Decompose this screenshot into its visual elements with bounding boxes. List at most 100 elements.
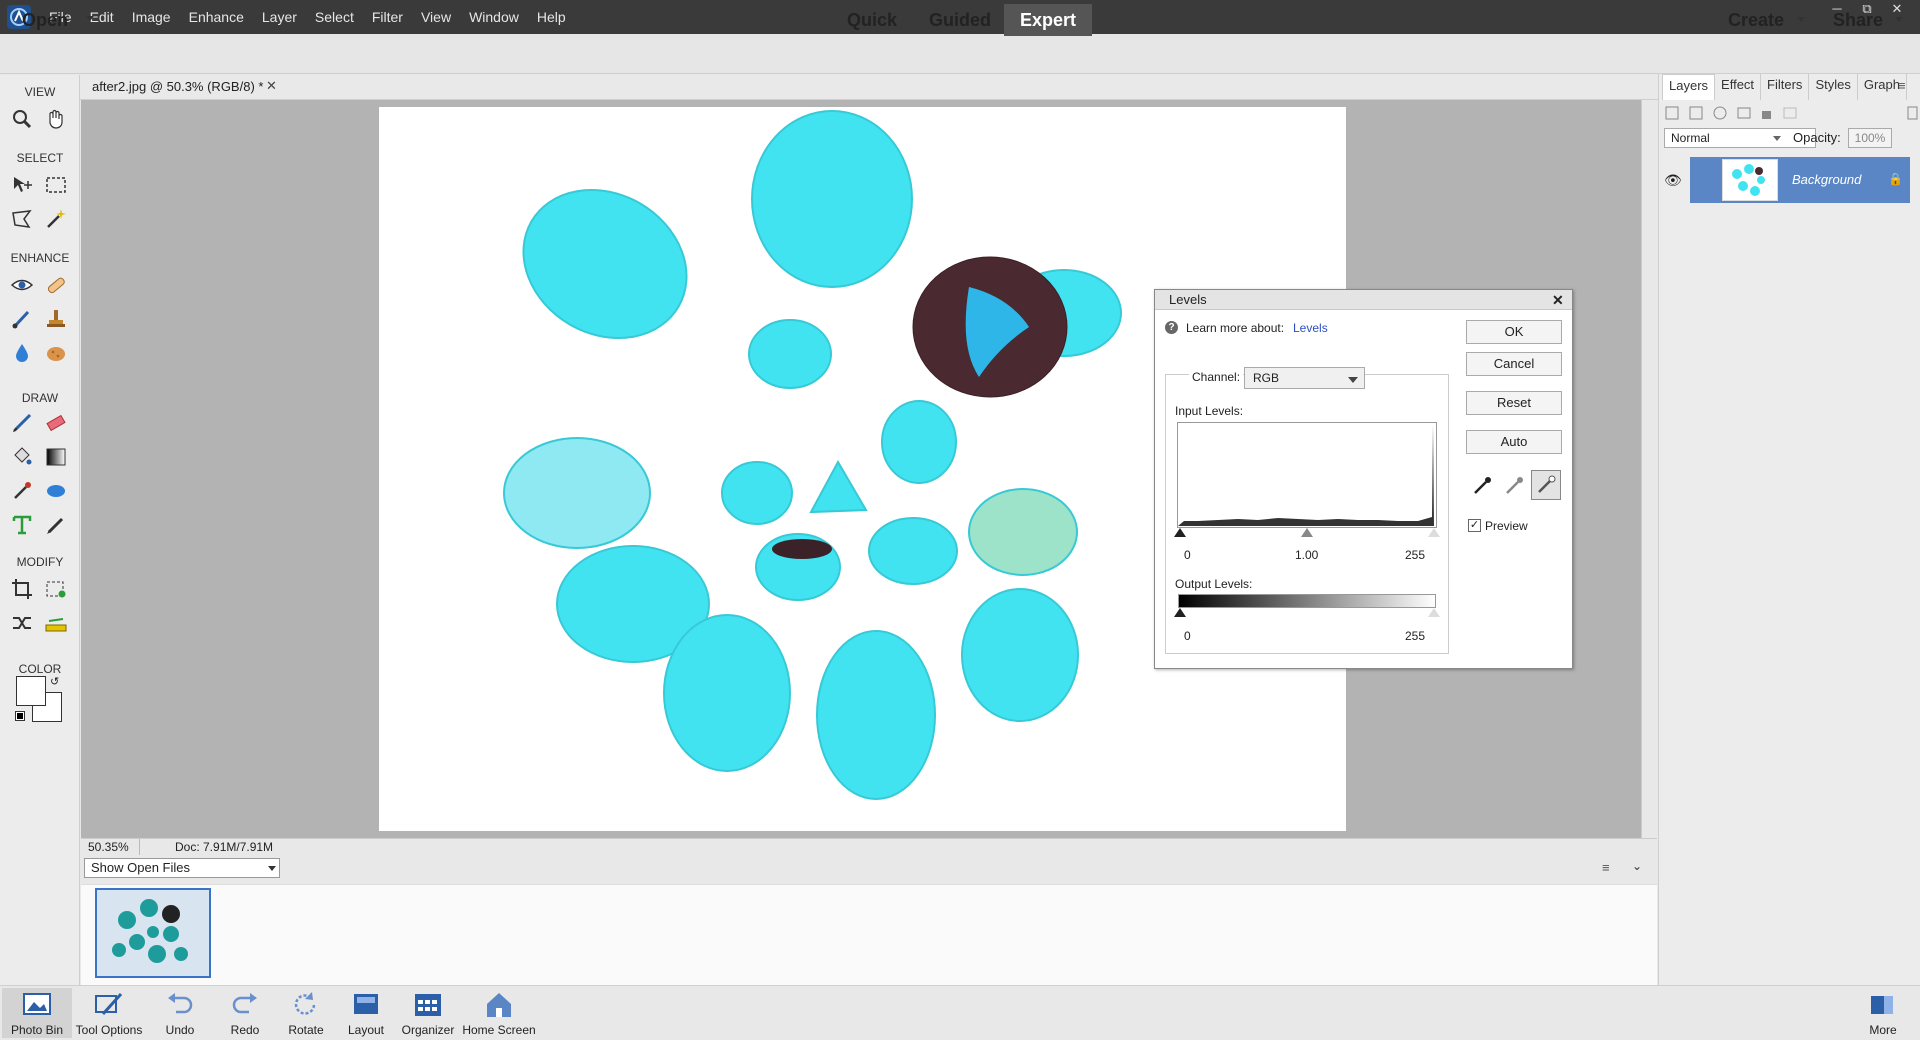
output-white-value[interactable]: 255 (1405, 629, 1425, 643)
input-midtone-handle[interactable] (1301, 528, 1313, 537)
tool-options-button[interactable]: Tool Options (74, 988, 144, 1038)
photo-bin-button[interactable]: Photo Bin (2, 988, 72, 1038)
auto-button[interactable]: Auto (1466, 430, 1562, 454)
channel-label: Channel: (1189, 370, 1244, 384)
gradient-tool-icon[interactable] (42, 443, 70, 471)
magic-wand-tool-icon[interactable] (42, 205, 70, 233)
panel-tabs: Layers Effect Filters Styles Graph (1662, 74, 1907, 100)
ok-button[interactable]: OK (1466, 320, 1562, 344)
pencil-tool-icon[interactable] (42, 511, 70, 539)
mode-expert-tab[interactable]: Expert (1004, 4, 1092, 36)
tab-effects[interactable]: Effect (1715, 74, 1762, 100)
move-tool-icon[interactable] (8, 171, 36, 199)
dialog-close-icon[interactable]: ✕ (1552, 290, 1564, 310)
output-black-value[interactable]: 0 (1184, 629, 1191, 643)
preview-label: Preview (1485, 519, 1528, 533)
more-panels-icon (1871, 996, 1893, 1014)
share-button[interactable]: Share (1833, 0, 1883, 40)
menu-view[interactable]: View (412, 9, 460, 25)
input-black-value[interactable]: 0 (1184, 548, 1191, 562)
panel-menu-icon[interactable]: ≡ (1898, 78, 1906, 93)
tab-styles[interactable]: Styles (1809, 74, 1858, 100)
input-black-point-handle[interactable] (1174, 528, 1186, 537)
black-eyedropper-icon[interactable] (1468, 472, 1496, 500)
menu-select[interactable]: Select (306, 9, 363, 25)
visibility-eye-icon[interactable]: 👁 (1664, 172, 1682, 189)
levels-help-link[interactable]: Levels (1293, 321, 1328, 335)
recompose-tool-icon[interactable] (42, 575, 70, 603)
create-dropdown-icon[interactable] (1797, 17, 1805, 22)
blend-mode-chevron-icon[interactable] (1773, 136, 1781, 141)
marquee-tool-icon[interactable] (42, 171, 70, 199)
smart-brush-tool-icon[interactable] (8, 305, 36, 333)
eraser-tool-icon[interactable] (42, 409, 70, 437)
swap-colors-icon[interactable]: ↺ (50, 675, 59, 688)
menu-filter[interactable]: Filter (363, 9, 412, 25)
preview-checkbox[interactable]: ✓ (1468, 519, 1481, 532)
organizer-button[interactable]: Organizer (393, 988, 463, 1038)
shape-tool-icon[interactable] (42, 477, 70, 505)
layout-button[interactable]: Layout (331, 988, 401, 1038)
open-dropdown-icon[interactable] (86, 16, 94, 21)
undo-button[interactable]: Undo (145, 988, 215, 1038)
default-colors-icon[interactable] (15, 711, 25, 721)
layer-name[interactable]: Background (1792, 172, 1861, 187)
channel-chevron-icon[interactable] (1348, 377, 1358, 383)
redo-icon (232, 993, 257, 1014)
red-eye-tool-icon[interactable] (8, 271, 36, 299)
paint-bucket-tool-icon[interactable] (8, 443, 36, 471)
share-dropdown-icon[interactable] (1895, 17, 1903, 22)
brush-tool-icon[interactable] (8, 409, 36, 437)
layer-actions (1664, 104, 1918, 122)
output-black-handle[interactable] (1174, 608, 1186, 617)
lasso-tool-icon[interactable] (8, 205, 36, 233)
blur-tool-icon[interactable] (8, 339, 36, 367)
home-screen-button[interactable]: Home Screen (459, 988, 539, 1038)
spot-healing-tool-icon[interactable] (42, 271, 70, 299)
gray-eyedropper-icon[interactable] (1500, 472, 1528, 500)
menu-image[interactable]: Image (123, 9, 180, 25)
document-close-icon[interactable]: ✕ (266, 78, 277, 94)
create-button[interactable]: Create (1728, 0, 1784, 40)
show-open-files-select[interactable]: Show Open Files (84, 858, 280, 878)
rotate-icon (294, 992, 316, 1015)
hand-tool-icon[interactable] (42, 105, 70, 133)
menu-enhance[interactable]: Enhance (180, 9, 253, 25)
mode-quick-tab[interactable]: Quick (836, 4, 908, 36)
tab-layers[interactable]: Layers (1662, 74, 1716, 100)
document-tab-title[interactable]: after2.jpg @ 50.3% (RGB/8) * (92, 77, 263, 97)
zoom-level[interactable]: 50.35% (88, 839, 140, 855)
content-aware-move-tool-icon[interactable] (8, 609, 36, 637)
opacity-field[interactable]: 100% (1848, 128, 1892, 148)
canvas-vertical-scrollbar[interactable] (1641, 100, 1657, 838)
open-button[interactable]: Open (22, 0, 68, 40)
output-white-handle[interactable] (1428, 608, 1440, 617)
bin-collapse-icon[interactable]: ⌄ (1632, 859, 1642, 873)
foreground-color-swatch[interactable] (16, 676, 46, 706)
bin-menu-icon[interactable]: ≡ (1602, 860, 1610, 875)
cancel-button[interactable]: Cancel (1466, 352, 1562, 376)
channel-select[interactable]: RGB (1244, 367, 1365, 389)
crop-tool-icon[interactable] (8, 575, 36, 603)
photo-bin-thumbnail[interactable] (95, 888, 211, 978)
input-white-value[interactable]: 255 (1405, 548, 1425, 562)
zoom-tool-icon[interactable] (8, 105, 36, 133)
clone-stamp-tool-icon[interactable] (42, 305, 70, 333)
eyedropper-tool-icon[interactable] (8, 477, 36, 505)
mode-guided-tab[interactable]: Guided (920, 4, 1000, 36)
sponge-tool-icon[interactable] (42, 339, 70, 367)
straighten-tool-icon[interactable] (42, 609, 70, 637)
lock-icon (1762, 111, 1771, 119)
menu-window[interactable]: Window (460, 9, 528, 25)
chevron-down-icon[interactable] (268, 866, 276, 871)
input-white-point-handle[interactable] (1428, 528, 1440, 537)
white-eyedropper-icon[interactable] (1531, 470, 1561, 500)
reset-button[interactable]: Reset (1466, 391, 1562, 415)
tab-filters[interactable]: Filters (1761, 74, 1810, 100)
more-button[interactable]: More (1848, 988, 1918, 1038)
redo-button[interactable]: Redo (210, 988, 280, 1038)
menu-layer[interactable]: Layer (253, 9, 306, 25)
input-gamma-value[interactable]: 1.00 (1295, 548, 1318, 562)
type-tool-icon[interactable] (8, 511, 36, 539)
menu-help[interactable]: Help (528, 9, 575, 25)
